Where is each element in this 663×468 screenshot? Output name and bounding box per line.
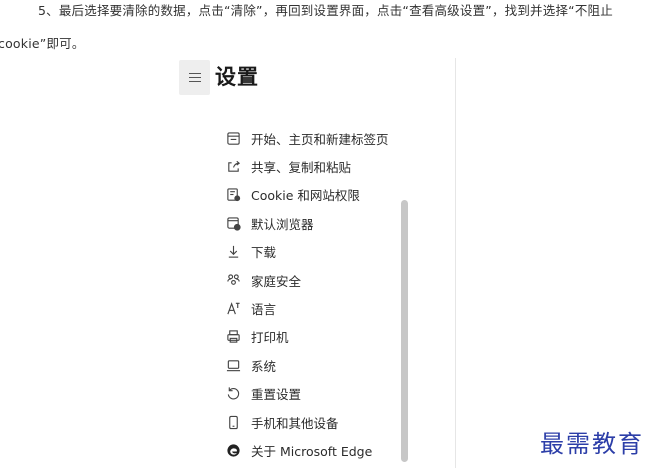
- language-icon: [225, 301, 241, 317]
- hamburger-icon: [188, 70, 201, 85]
- nav-item-share-copy-paste[interactable]: 共享、复制和粘贴: [225, 152, 415, 180]
- page-title: 设置: [215, 65, 259, 89]
- nav-item-phone-devices[interactable]: 手机和其他设备: [225, 408, 415, 436]
- nav-item-printers[interactable]: 打印机: [225, 323, 415, 351]
- nav-item-label: 打印机: [251, 330, 289, 346]
- nav-item-label: Cookie 和网站权限: [251, 188, 360, 204]
- nav-item-reset-settings[interactable]: 重置设置: [225, 380, 415, 408]
- nav-item-default-browser[interactable]: 默认浏览器: [225, 209, 415, 237]
- nav-item-label: 系统: [251, 358, 277, 374]
- nav-item-cookie-permissions[interactable]: Cookie 和网站权限: [225, 181, 415, 209]
- printer-icon: [225, 329, 241, 345]
- nav-item-label: 关于 Microsoft Edge: [251, 443, 373, 459]
- nav-item-label: 语言: [251, 302, 277, 318]
- nav-item-label: 开始、主页和新建标签页: [251, 131, 389, 147]
- phone-icon: [225, 414, 241, 430]
- edge-icon: [225, 442, 241, 458]
- settings-panel: 设置 开始、主页和新建标签页 共享、复制和粘贴 Cookie 和网站权限 默认浏…: [179, 58, 455, 468]
- nav-item-family-safety[interactable]: 家庭安全: [225, 266, 415, 294]
- nav-item-start-home-newtab[interactable]: 开始、主页和新建标签页: [225, 124, 415, 152]
- default-browser-icon: [225, 215, 241, 231]
- share-icon: [225, 159, 241, 175]
- instruction-text-line-1: 5、最后选择要清除的数据，点击“清除”，再回到设置界面，点击“查看高级设置”，找…: [38, 3, 613, 18]
- settings-nav-list: 开始、主页和新建标签页 共享、复制和粘贴 Cookie 和网站权限 默认浏览器 …: [225, 124, 415, 465]
- panel-divider: [455, 58, 456, 468]
- instruction-text-line-2: cookie”即可。: [0, 36, 85, 51]
- start-page-icon: [225, 130, 241, 146]
- nav-item-label: 手机和其他设备: [251, 415, 339, 431]
- system-icon: [225, 357, 241, 373]
- nav-item-language[interactable]: 语言: [225, 294, 415, 322]
- download-icon: [225, 244, 241, 260]
- watermark-logo: 最需教育: [540, 430, 644, 458]
- cookie-permissions-icon: [225, 187, 241, 203]
- nav-item-label: 默认浏览器: [251, 216, 314, 232]
- nav-item-downloads[interactable]: 下载: [225, 238, 415, 266]
- family-icon: [225, 272, 241, 288]
- nav-item-label: 重置设置: [251, 387, 302, 403]
- nav-item-label: 共享、复制和粘贴: [251, 160, 352, 176]
- nav-item-label: 家庭安全: [251, 273, 302, 289]
- menu-button[interactable]: [179, 60, 210, 95]
- reset-icon: [225, 386, 241, 402]
- nav-item-system[interactable]: 系统: [225, 351, 415, 379]
- nav-item-label: 下载: [251, 245, 277, 261]
- nav-item-about-edge[interactable]: 关于 Microsoft Edge: [225, 436, 415, 464]
- scrollbar[interactable]: [401, 200, 408, 462]
